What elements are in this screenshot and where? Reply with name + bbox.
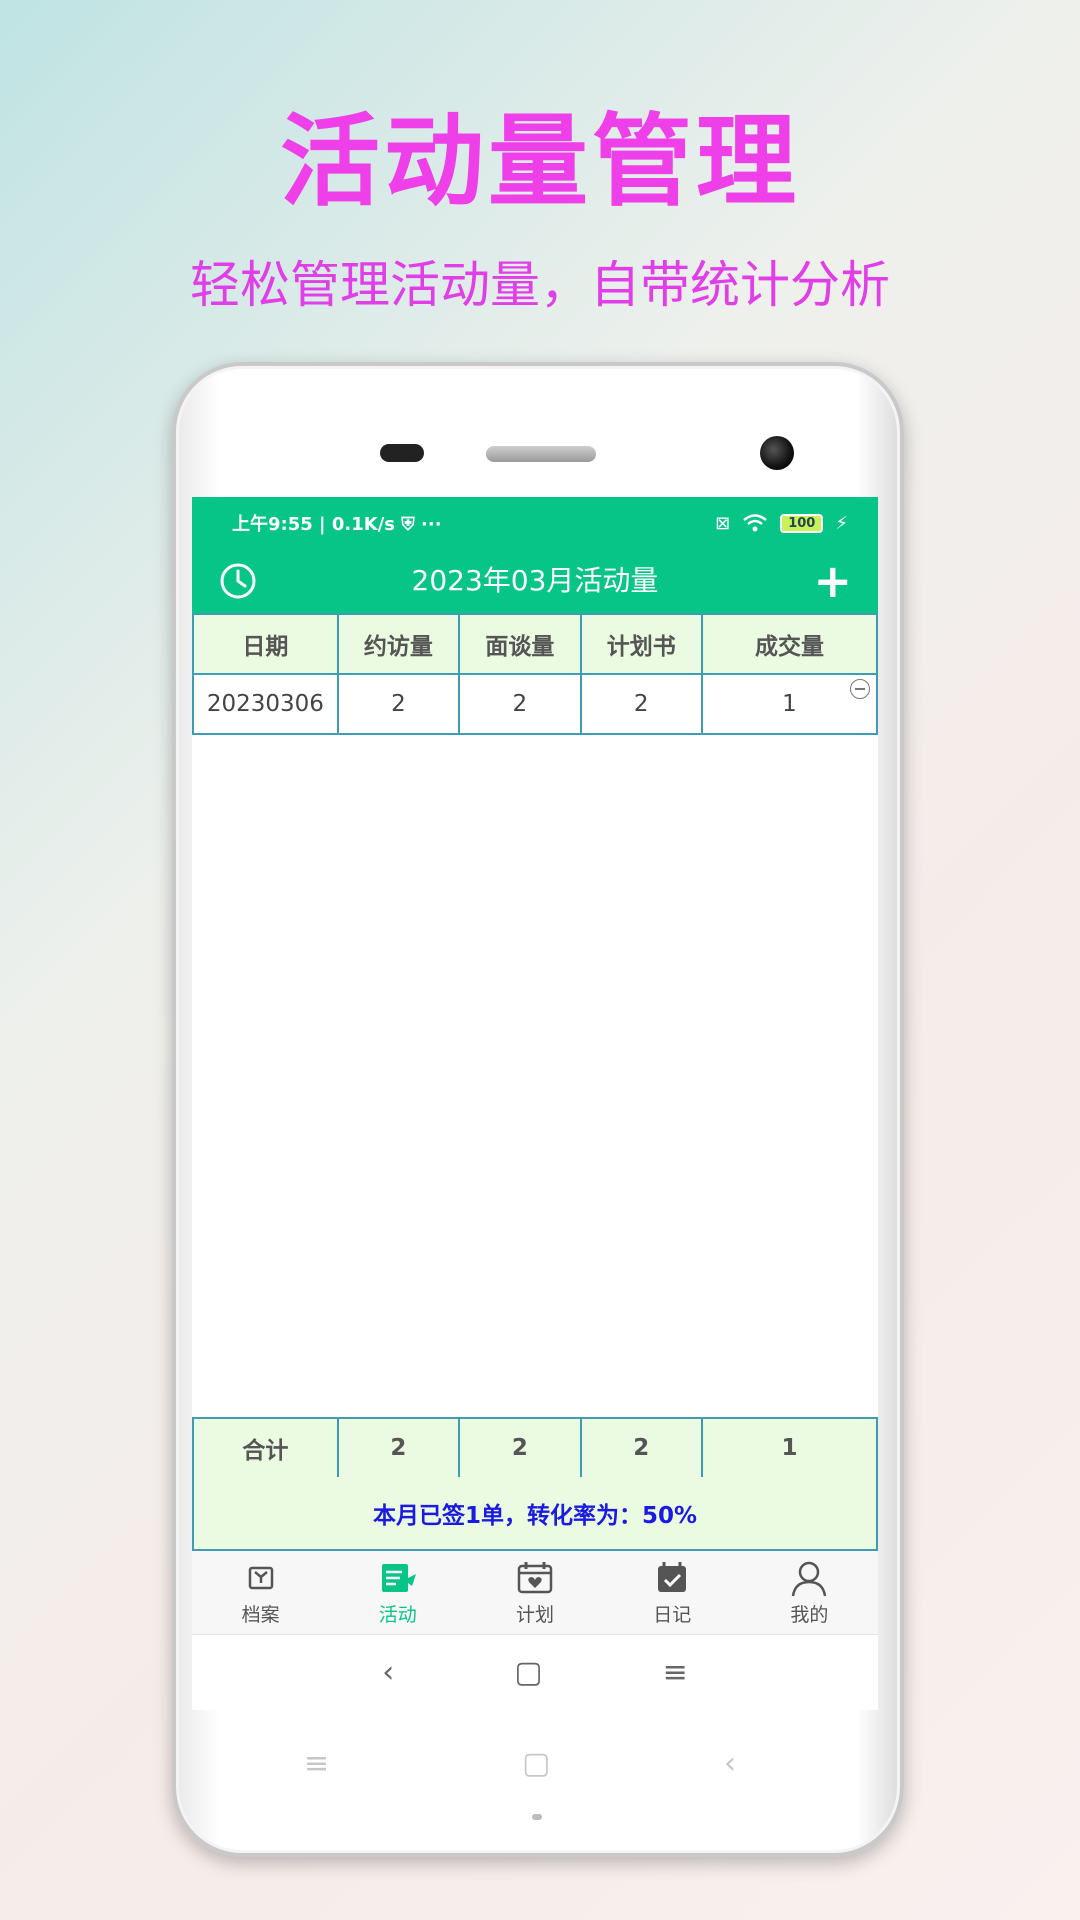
cell-date[interactable]: 20230306 <box>192 673 339 735</box>
nav-item-diary[interactable]: 日记 <box>604 1551 741 1634</box>
total-appointments: 2 <box>336 1417 461 1479</box>
phone-mic <box>532 1814 542 1820</box>
battery-icon: 100 <box>780 513 824 533</box>
hardware-back-icon: ‹ <box>724 1746 736 1781</box>
app-bar: 2023年03月活动量 + <box>192 549 878 613</box>
nav-item-plan[interactable]: 计划 <box>466 1551 603 1634</box>
nav-label-diary: 日记 <box>653 1604 692 1626</box>
total-interviews: 2 <box>458 1417 582 1479</box>
sim-icon: ⊠ <box>715 512 731 534</box>
activity-icon <box>381 1564 416 1592</box>
system-nav: ‹ ▢ ≡ <box>192 1635 878 1710</box>
remove-row-icon[interactable] <box>850 679 870 699</box>
wifi-icon <box>743 514 768 532</box>
phone-camera <box>760 436 794 470</box>
charging-icon: ⚡ <box>835 512 848 534</box>
cell-deals-value: 1 <box>782 691 797 717</box>
total-proposals: 2 <box>579 1417 703 1479</box>
plan-icon <box>517 1562 553 1594</box>
page-title: 2023年03月活动量 <box>411 564 659 597</box>
table-row[interactable]: 20230306 2 2 2 1 <box>192 673 878 735</box>
archive-icon <box>248 1566 273 1590</box>
table-header: 日期 约访量 面谈量 计划书 成交量 <box>192 613 878 675</box>
promo-title: 活动量管理 <box>280 103 800 220</box>
cell-appointments[interactable]: 2 <box>336 673 461 735</box>
header-interviews: 面谈量 <box>458 613 582 675</box>
cell-interviews[interactable]: 2 <box>458 673 582 735</box>
header-appointments: 约访量 <box>336 613 461 675</box>
hardware-menu-icon: ≡ <box>304 1746 330 1781</box>
nav-label-plan: 计划 <box>516 1604 555 1626</box>
nav-item-profile[interactable]: 我的 <box>741 1551 878 1634</box>
totals-row: 合计 2 2 2 1 <box>192 1417 878 1479</box>
nav-item-activity[interactable]: 活动 <box>329 1551 466 1634</box>
menu-icon[interactable]: ≡ <box>663 1655 688 1690</box>
app-screen: 上午9:55 | 0.1K/s ⛨ ··· ⊠ 100 ⚡ 2023年03月活动… <box>192 497 878 1710</box>
header-date: 日期 <box>192 613 339 675</box>
header-proposals: 计划书 <box>579 613 703 675</box>
phone-sensor <box>380 444 424 462</box>
status-bar: 上午9:55 | 0.1K/s ⛨ ··· ⊠ 100 ⚡ <box>192 497 878 549</box>
cell-proposals[interactable]: 2 <box>579 673 703 735</box>
nav-label-activity: 活动 <box>378 1604 417 1626</box>
home-icon[interactable]: ▢ <box>514 1655 542 1690</box>
nav-item-archive[interactable]: 档案 <box>192 1551 329 1634</box>
hardware-home-icon: ▢ <box>522 1746 551 1781</box>
conversion-summary: 本月已签1单，转化率为：50% <box>192 1477 878 1551</box>
status-time: 上午9:55 | 0.1K/s ⛨ ··· <box>232 514 442 535</box>
promo-subtitle: 轻松管理活动量，自带统计分析 <box>190 256 890 314</box>
add-button[interactable]: + <box>813 553 852 609</box>
nav-label-archive: 档案 <box>241 1604 280 1626</box>
phone-speaker <box>486 446 596 462</box>
total-deals: 1 <box>700 1417 878 1479</box>
profile-icon <box>792 1561 827 1597</box>
data-table: 20230306 2 2 2 1 <box>192 673 878 735</box>
total-label: 合计 <box>192 1417 339 1479</box>
diary-icon <box>658 1562 687 1592</box>
bottom-nav: 档案 活动 计划 日记 我的 <box>192 1551 878 1635</box>
nav-label-profile: 我的 <box>790 1604 829 1626</box>
cell-deals[interactable]: 1 <box>700 673 878 735</box>
header-deals: 成交量 <box>700 613 878 675</box>
back-icon[interactable]: ‹ <box>382 1655 394 1690</box>
